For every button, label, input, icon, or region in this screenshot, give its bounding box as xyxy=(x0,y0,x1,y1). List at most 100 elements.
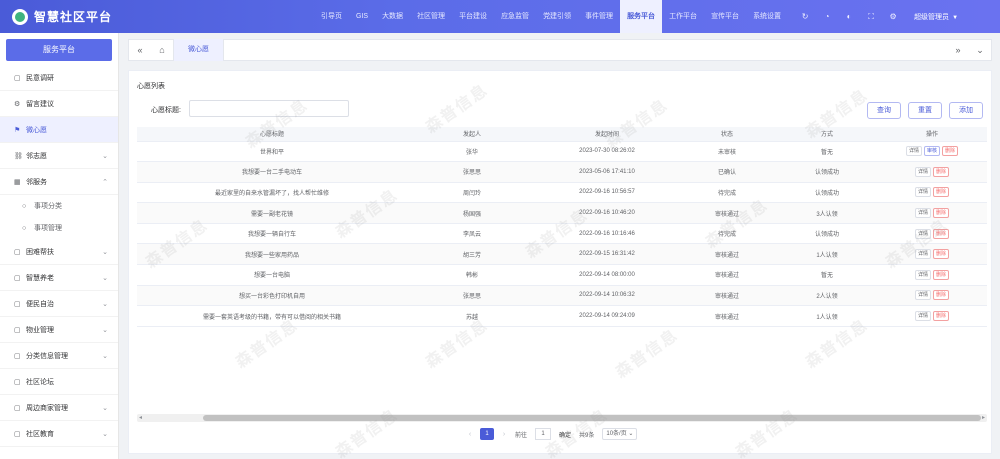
wish-title-input[interactable] xyxy=(189,100,349,117)
cell-status: 未审核 xyxy=(677,141,777,163)
delete-button[interactable]: 删除 xyxy=(942,146,959,157)
detail-button[interactable]: 详情 xyxy=(905,146,922,157)
sidebar-subitem[interactable]: ○ 事项分类 xyxy=(0,195,118,217)
cell-time: 2022-09-16 10:16:46 xyxy=(537,223,677,245)
cell-author: 苏越 xyxy=(407,305,537,327)
sidebar-item[interactable]: ▢ 便民自治 ⌄ xyxy=(0,291,118,317)
sidebar-item[interactable]: ▢ 民意调研 xyxy=(0,65,118,91)
delete-button[interactable]: 删除 xyxy=(933,290,950,301)
detail-button[interactable]: 详情 xyxy=(914,228,931,239)
skin-icon[interactable]: ◐ xyxy=(838,12,860,21)
detail-button[interactable]: 详情 xyxy=(914,269,931,280)
bell-icon[interactable]: ◔ xyxy=(816,12,838,21)
scroll-left-arrow-icon[interactable]: ◂ xyxy=(139,414,142,422)
audit-button[interactable]: 审核 xyxy=(923,146,940,157)
sidebar-item[interactable]: ▢ 困难帮扶 ⌄ xyxy=(0,239,118,265)
sidebar-item[interactable]: ⚑ 微心愿 xyxy=(0,117,118,143)
top-nav-item[interactable]: 平台建设 xyxy=(452,0,494,33)
top-nav-item[interactable]: 党建引领 xyxy=(536,0,578,33)
collapse-sidebar-icon[interactable]: « xyxy=(129,45,151,55)
detail-button[interactable]: 详情 xyxy=(914,187,931,198)
chevron-down-icon: ⌄ xyxy=(102,248,108,256)
tab-wish[interactable]: 微心愿 xyxy=(173,39,224,61)
sidebar-item[interactable]: ▢ 社区教育 ⌄ xyxy=(0,421,118,447)
detail-button[interactable]: 详情 xyxy=(914,249,931,260)
sidebar-item[interactable]: ▢ 社区论坛 xyxy=(0,369,118,395)
sidebar-item[interactable]: ▢ 周边商家管理 ⌄ xyxy=(0,395,118,421)
detail-button[interactable]: 详情 xyxy=(914,311,931,322)
sidebar-item[interactable]: ▦ 邻服务 ⌃ xyxy=(0,169,118,195)
sidebar-item[interactable]: ▢ 智慧养老 ⌄ xyxy=(0,265,118,291)
sidebar-item-label: 留言建议 xyxy=(26,100,54,108)
page-size-select[interactable]: 10条/页 ⌄ xyxy=(602,428,638,440)
refresh-icon[interactable]: ↻ xyxy=(794,12,816,21)
tabs-dropdown-icon[interactable]: ⌄ xyxy=(969,45,991,56)
delete-button[interactable]: 删除 xyxy=(933,208,950,219)
add-button[interactable]: 添加 xyxy=(949,102,983,119)
top-nav-item[interactable]: 系统设置 xyxy=(746,0,788,33)
chevron-down-icon: ⌄ xyxy=(102,404,108,412)
cell-status: 审核通过 xyxy=(677,243,777,266)
reset-button[interactable]: 重置 xyxy=(908,102,942,119)
top-nav-item[interactable]: 应急监管 xyxy=(494,0,536,33)
scroll-right-icon[interactable]: » xyxy=(947,45,969,55)
sidebar-subitem[interactable]: ○ 事项管理 xyxy=(0,217,118,239)
sidebar-item[interactable]: ⚙ 留言建议 xyxy=(0,91,118,117)
detail-button[interactable]: 详情 xyxy=(914,290,931,301)
goto-prefix: 前往 xyxy=(515,432,528,439)
circle-icon: ○ xyxy=(22,224,27,232)
delete-button[interactable]: 删除 xyxy=(933,249,950,260)
cell-status: 已确认 xyxy=(677,161,777,183)
top-nav-item[interactable]: 引导页 xyxy=(314,0,349,33)
delete-button[interactable]: 删除 xyxy=(933,269,950,280)
doc-icon: ▢ xyxy=(14,430,21,438)
app-title: 智慧社区平台 xyxy=(34,10,113,24)
table-row: 我想要一些家用药品 胡三芳 2022-09-15 16:31:42 审核通过 1人认领详… xyxy=(137,243,987,266)
col-author: 发起人 xyxy=(407,127,537,142)
scrollbar-thumb[interactable] xyxy=(203,415,981,421)
sidebar-item[interactable]: ▢ 物业管理 ⌄ xyxy=(0,317,118,343)
user-menu[interactable]: 超级管理员 ▼ xyxy=(914,12,958,22)
app-logo[interactable]: 智慧社区平台 xyxy=(0,8,300,25)
detail-button[interactable]: 详情 xyxy=(914,208,931,219)
sidebar-item[interactable]: ▢ 分类信息管理 ⌄ xyxy=(0,343,118,369)
sidebar-menu: ▢ 民意调研 ⚙ 留言建议 ⚑ 微心愿 ⛓ 邻志愿 ⌄ ▦ 邻服务 ⌃ ○ 事项分类 ○ 事项管理 ▢ 困难帮扶 ⌄… xyxy=(0,65,118,447)
home-icon[interactable]: ⌂ xyxy=(151,45,173,55)
top-nav-item[interactable]: GIS xyxy=(349,0,375,33)
top-nav-item[interactable]: 宣传平台 xyxy=(704,0,746,33)
prev-page-icon[interactable]: ‹ xyxy=(463,431,477,438)
sidebar-item[interactable]: ⛓ 邻志愿 ⌄ xyxy=(0,143,118,169)
delete-button[interactable]: 删除 xyxy=(933,187,950,198)
chevron-down-icon: ⌄ xyxy=(102,326,108,334)
query-button[interactable]: 查询 xyxy=(867,102,901,119)
cell-method: 1人认领 xyxy=(777,305,877,327)
goto-confirm-button[interactable]: 确定 xyxy=(559,430,571,439)
cell-method: 认领成功 xyxy=(777,182,877,204)
sidebar-subitem-label: 事项管理 xyxy=(34,225,62,232)
col-title: 心愿标题 xyxy=(137,127,407,142)
top-nav: 引导页 GIS 大数据 社区管理 平台建设 应急监管 党建引领 事件管理 服务平台 工作平台 宣传平… xyxy=(314,0,788,33)
cell-author: 韩彬 xyxy=(407,264,537,286)
delete-button[interactable]: 删除 xyxy=(933,311,950,322)
horizontal-scrollbar[interactable]: ◂ ▸ xyxy=(137,414,987,422)
cell-ops: 详情 删除 xyxy=(877,285,987,307)
delete-button[interactable]: 删除 xyxy=(933,228,950,239)
table-header-row: 心愿标题 发起人 发起时间 状态 方式 操作 xyxy=(137,127,987,142)
sidebar-title: 服务平台 xyxy=(6,39,112,61)
chevron-down-icon: ⌄ xyxy=(102,430,108,438)
next-page-icon[interactable]: › xyxy=(497,431,511,438)
page-number-current[interactable]: 1 xyxy=(480,428,494,440)
top-nav-item[interactable]: 工作平台 xyxy=(662,0,704,33)
settings-icon[interactable]: ⚙ xyxy=(882,12,904,21)
detail-button[interactable]: 详情 xyxy=(914,166,931,177)
top-nav-item[interactable]: 服务平台 xyxy=(620,0,663,33)
cell-status: 审核通过 xyxy=(677,264,777,286)
top-nav-item[interactable]: 事件管理 xyxy=(578,0,620,33)
delete-button[interactable]: 删除 xyxy=(933,166,950,177)
top-nav-item[interactable]: 社区管理 xyxy=(410,0,452,33)
top-nav-item[interactable]: 大数据 xyxy=(375,0,410,33)
fullscreen-icon[interactable]: ⛶ xyxy=(860,12,882,22)
cell-author: 张华 xyxy=(407,141,537,163)
goto-input[interactable]: 1 xyxy=(535,428,552,440)
scroll-right-arrow-icon[interactable]: ▸ xyxy=(982,414,985,422)
